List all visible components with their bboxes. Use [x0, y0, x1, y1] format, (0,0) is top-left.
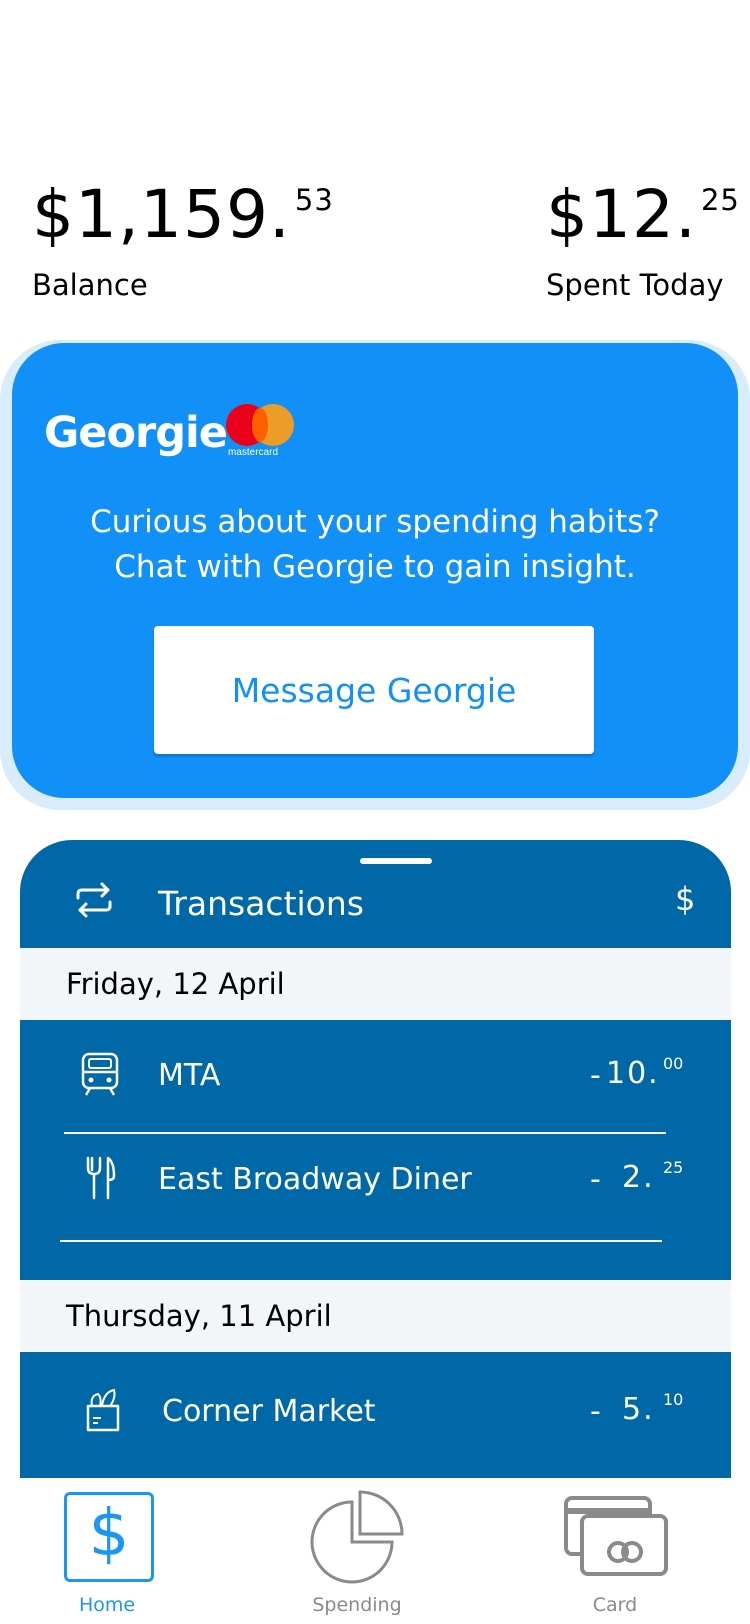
date-header: Thursday, 11 April — [20, 1280, 731, 1352]
promo-message: Curious about your spending habits? Chat… — [12, 500, 738, 590]
currency-toggle[interactable]: $ — [675, 880, 695, 918]
merchant-name: East Broadway Diner — [158, 1162, 472, 1197]
amount-sign: - — [590, 1162, 601, 1197]
tab-spending-label: Spending — [312, 1594, 402, 1616]
transaction-row[interactable]: Corner Market - 5. 10 — [20, 1356, 731, 1456]
credit-cards-icon — [564, 1496, 668, 1576]
pie-chart-icon — [310, 1490, 404, 1584]
amount-cents: 10 — [663, 1390, 684, 1409]
amount-cents: 00 — [663, 1054, 684, 1073]
promo-line-1: Curious about your spending habits? — [90, 504, 660, 540]
amount-sign: - — [590, 1058, 601, 1093]
spent-cents: 25 — [700, 183, 740, 217]
amount-cents: 25 — [663, 1158, 684, 1177]
merchant-name: MTA — [158, 1058, 221, 1093]
tab-bar: $ Home Spending Card — [0, 1478, 750, 1624]
balance-label: Balance — [32, 268, 148, 302]
tab-home[interactable]: $ Home — [32, 1478, 182, 1624]
tab-card[interactable]: Card — [540, 1478, 690, 1624]
amount-value: 5. — [622, 1392, 655, 1427]
tab-spending[interactable]: Spending — [282, 1478, 432, 1624]
tab-card-label: Card — [592, 1594, 638, 1616]
brand-logo: Georgie — [44, 408, 228, 458]
balance-main: $1,159. — [32, 176, 291, 253]
date-label: Friday, 12 April — [66, 967, 285, 1001]
fork-knife-icon — [86, 1156, 116, 1200]
amount-value: 2. — [622, 1160, 655, 1195]
transaction-row[interactable]: East Broadway Diner - 2. 25 — [20, 1124, 731, 1224]
train-icon — [81, 1052, 119, 1096]
mastercard-wordmark: mastercard — [228, 447, 279, 458]
transactions-panel: Transactions $ Friday, 12 April MTA - 10… — [20, 840, 731, 1480]
merchant-name: Corner Market — [162, 1394, 376, 1429]
amount-value: 10. — [606, 1056, 660, 1091]
row-divider — [60, 1240, 662, 1242]
date-label: Thursday, 11 April — [66, 1299, 332, 1333]
spent-main: $12. — [546, 176, 697, 253]
balance-cents: 53 — [294, 183, 334, 217]
date-header: Friday, 12 April — [20, 948, 731, 1020]
transaction-row[interactable]: MTA - 10. 00 — [20, 1020, 731, 1120]
dollar-icon: $ — [64, 1492, 154, 1582]
grocery-bag-icon — [86, 1388, 120, 1432]
spent-today-amount: $12. 25 — [546, 182, 740, 248]
spent-today-label: Spent Today — [546, 268, 724, 302]
message-georgie-button[interactable]: Message Georgie — [154, 626, 594, 754]
repeat-arrows-icon — [76, 882, 112, 918]
promo-line-2: Chat with Georgie to gain insight. — [114, 549, 636, 585]
mastercard-logo: mastercard — [226, 404, 302, 464]
amount-sign: - — [590, 1394, 601, 1429]
transactions-title: Transactions — [158, 884, 364, 923]
drag-handle[interactable] — [360, 858, 432, 864]
balance-amount: $1,159. 53 — [32, 182, 334, 248]
tab-home-label: Home — [78, 1594, 136, 1616]
